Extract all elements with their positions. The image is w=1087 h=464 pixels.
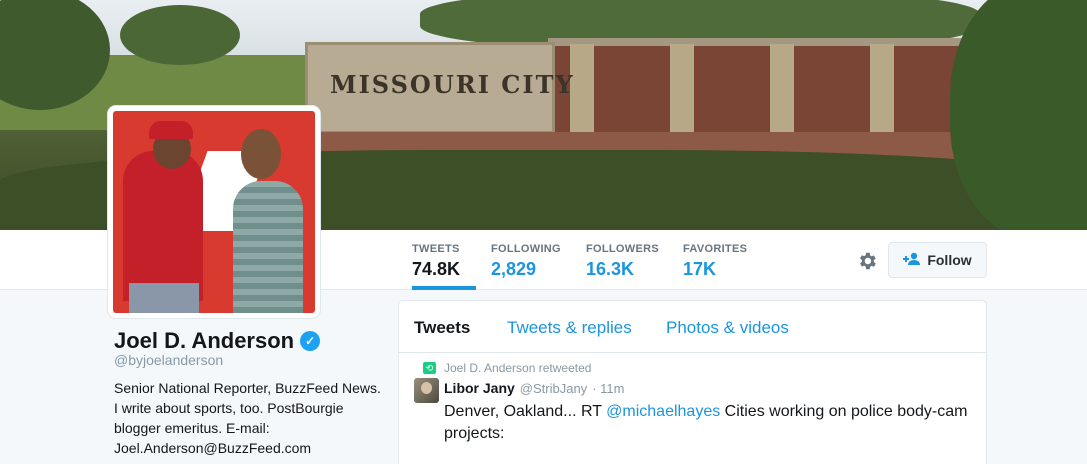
follow-button[interactable]: Follow xyxy=(888,242,987,278)
avatar-cap xyxy=(149,121,193,139)
stat-label: TWEETS xyxy=(412,243,460,255)
banner-tree-right xyxy=(950,0,1087,230)
timeline-tabs: Tweets Tweets & replies Photos & videos xyxy=(399,301,986,353)
tweet-timestamp[interactable]: · 11m xyxy=(592,381,624,396)
profile-handle[interactable]: @byjoelanderson xyxy=(114,352,223,368)
banner-pillar xyxy=(870,44,894,138)
timeline-card: Tweets Tweets & replies Photos & videos … xyxy=(398,300,987,464)
stat-value: 2,829 xyxy=(491,259,537,279)
stat-value: 16.3K xyxy=(586,259,635,279)
banner-sign-text: MISSOURI CITY xyxy=(330,70,575,99)
stat-label: FAVORITES xyxy=(683,243,748,255)
profile-bio: Senior National Reporter, BuzzFeed News.… xyxy=(114,380,381,456)
banner-brick-wall xyxy=(548,38,968,138)
tab-tweets-replies[interactable]: Tweets & replies xyxy=(507,318,632,338)
retweet-context[interactable]: ⟲ Joel D. Anderson retweeted xyxy=(423,361,591,375)
avatar-person-left-pants xyxy=(129,283,199,313)
stat-value: 17K xyxy=(683,259,717,279)
profile-avatar[interactable] xyxy=(108,106,320,318)
banner-tree-left-2 xyxy=(120,5,240,65)
tweet-header: Libor Jany @StribJany · 11m xyxy=(444,380,624,396)
stat-favorites[interactable]: FAVORITES 17K xyxy=(683,243,747,290)
profile-name-text: Joel D. Anderson xyxy=(114,328,295,353)
stat-label: FOLLOWERS xyxy=(586,243,659,255)
tweet-author-handle[interactable]: @StribJany xyxy=(520,381,587,396)
stat-followers[interactable]: FOLLOWERS 16.3K xyxy=(586,243,659,290)
tweet-text: Denver, Oakland... RT @michaelhayes Citi… xyxy=(444,401,974,445)
stat-value: 74.8K xyxy=(412,259,461,279)
tweet-author-avatar[interactable] xyxy=(414,378,439,403)
retweet-icon: ⟲ xyxy=(423,362,436,374)
tab-photos-videos[interactable]: Photos & videos xyxy=(666,318,789,338)
tweet-mention-link[interactable]: @michaelhayes xyxy=(606,403,720,420)
avatar-person-right-head xyxy=(241,129,281,179)
profile-name[interactable]: Joel D. Anderson ✓ xyxy=(114,328,321,354)
tab-tweets[interactable]: Tweets xyxy=(414,318,470,338)
tweet-author-name[interactable]: Libor Jany xyxy=(444,380,515,396)
banner-pillar xyxy=(670,44,694,138)
stat-following[interactable]: FOLLOWING 2,829 xyxy=(491,243,561,290)
verified-badge-icon: ✓ xyxy=(300,331,321,351)
follow-button-label: Follow xyxy=(927,252,972,268)
avatar-person-right xyxy=(233,181,303,313)
stat-tweets[interactable]: TWEETS 74.8K xyxy=(412,243,476,290)
tweet-text-part: Denver, Oakland... RT xyxy=(444,403,607,420)
retweet-context-text: Joel D. Anderson retweeted xyxy=(444,361,592,375)
add-user-icon xyxy=(903,252,921,269)
avatar-person-left xyxy=(123,151,203,301)
stat-label: FOLLOWING xyxy=(491,243,561,255)
gear-icon[interactable] xyxy=(856,250,878,272)
banner-pillar xyxy=(770,44,794,138)
